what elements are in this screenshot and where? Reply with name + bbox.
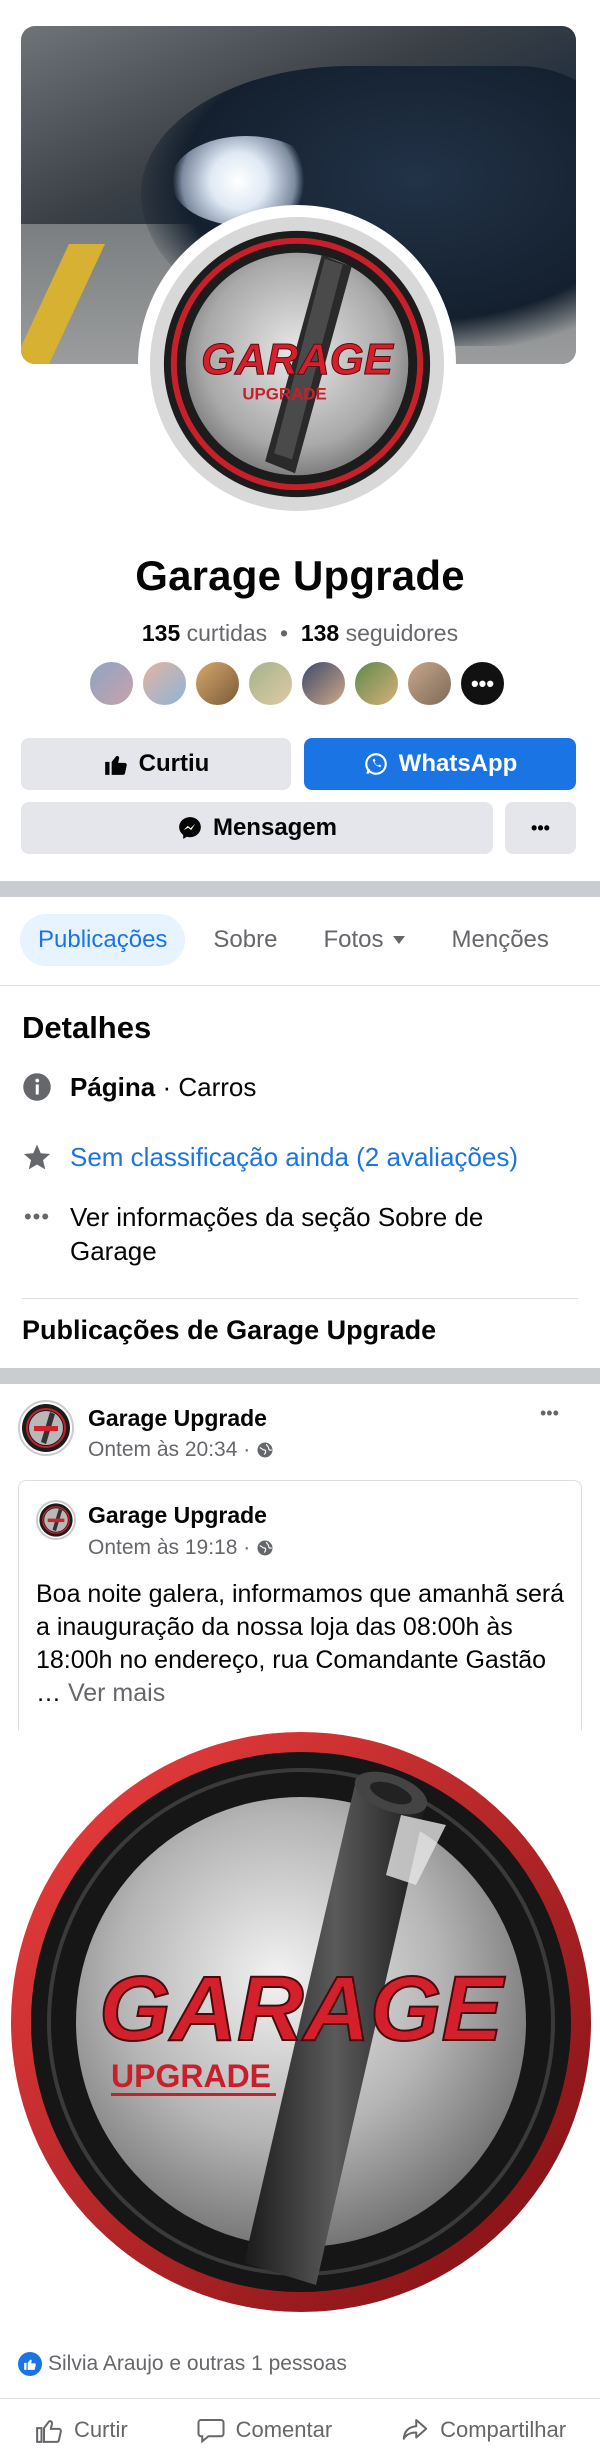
avatar[interactable] xyxy=(247,660,294,707)
info-icon xyxy=(23,1073,51,1101)
globe-icon xyxy=(257,1540,273,1556)
profile-logo-text: GARAGE xyxy=(201,335,395,384)
shared-author-avatar[interactable] xyxy=(36,1500,76,1540)
see-more-link[interactable]: Ver mais xyxy=(68,1679,165,1707)
share-action-label: Compartilhar xyxy=(440,2416,567,2442)
detail-rating[interactable]: Sem classificação ainda (2 avaliações) xyxy=(22,1140,518,1174)
logo-thumb xyxy=(22,1404,70,1452)
avatar[interactable] xyxy=(300,660,347,707)
profile-picture[interactable]: GARAGE UPGRADE xyxy=(148,215,446,513)
message-button[interactable]: Mensagem xyxy=(21,802,493,854)
tab-label: Fotos xyxy=(323,926,384,953)
post-body: Boa noite galera, informamos que amanhã … xyxy=(36,1578,566,1710)
avatar[interactable] xyxy=(353,660,400,707)
comment-action-button[interactable]: Comentar xyxy=(196,2415,333,2445)
ellipsis-icon: ••• xyxy=(23,1204,51,1229)
tab-label: Publicações xyxy=(38,926,168,953)
shared-time-text: Ontem às 19:18 · xyxy=(88,1536,251,1559)
post-more-button[interactable]: ••• xyxy=(540,1403,559,1424)
posts-section-title: Publicações de Garage Upgrade xyxy=(22,1315,437,1345)
rating-link[interactable]: Sem classificação ainda (2 avaliações) xyxy=(70,1140,518,1174)
stats-separator: • xyxy=(279,620,289,646)
post-author-avatar[interactable] xyxy=(18,1400,74,1456)
messenger-icon xyxy=(179,817,201,839)
shared-author-name[interactable]: Garage Upgrade xyxy=(88,1502,267,1529)
like-action-button[interactable]: Curtir xyxy=(34,2415,128,2445)
post-time-text: Ontem às 20:34 · xyxy=(88,1438,251,1461)
comment-icon xyxy=(197,2418,225,2443)
followers-count: 138 xyxy=(300,620,340,646)
tab-label: Menções xyxy=(451,926,549,953)
caret-down-icon xyxy=(392,936,405,944)
post-image[interactable]: GARAGE UPGRADE xyxy=(6,1725,596,2320)
page-type-bold: Página xyxy=(70,1072,156,1102)
tab-mencoes[interactable]: Menções xyxy=(434,914,567,966)
shared-timestamp[interactable]: Ontem às 19:18 · xyxy=(88,1536,274,1560)
page-title: Garage Upgrade xyxy=(135,552,465,599)
whatsapp-label: WhatsApp xyxy=(398,750,518,777)
detail-about[interactable]: ••• Ver informações da seção Sobre de Ga… xyxy=(22,1200,483,1268)
reactions-summary[interactable]: Silvia Araujo e outras 1 pessoas xyxy=(18,2352,347,2376)
followers-label: seguidores xyxy=(345,620,459,646)
thumbs-up-icon xyxy=(104,755,127,775)
whatsapp-icon xyxy=(364,753,387,775)
about-line-1: Ver informações da seção Sobre de xyxy=(70,1202,484,1232)
profile-logo-sub: UPGRADE xyxy=(242,385,326,404)
comment-action-label: Comentar xyxy=(235,2416,333,2442)
more-options-button[interactable]: ••• xyxy=(505,802,576,854)
tab-sobre[interactable]: Sobre xyxy=(195,914,295,966)
likes-label: curtidas xyxy=(186,620,268,646)
details-heading: Detalhes xyxy=(22,1010,152,1045)
reactions-text: Silvia Araujo e outras 1 pessoas xyxy=(48,2352,347,2375)
post-author-name[interactable]: Garage Upgrade xyxy=(88,1405,267,1432)
thumbs-up-outline-icon xyxy=(36,2419,62,2443)
section-divider xyxy=(0,881,600,897)
avatar[interactable] xyxy=(194,660,241,707)
friend-avatars[interactable]: ••• xyxy=(88,660,506,710)
like-action-label: Curtir xyxy=(73,2416,128,2442)
more-avatars-button[interactable]: ••• xyxy=(459,660,506,707)
post-logo-sub: UPGRADE xyxy=(111,2058,271,2094)
tabs-divider xyxy=(0,985,600,986)
like-reaction-icon xyxy=(18,2352,42,2376)
tab-publicacoes[interactable]: Publicações xyxy=(20,914,186,966)
tab-fotos[interactable]: Fotos xyxy=(305,914,423,966)
avatar[interactable] xyxy=(141,660,188,707)
globe-icon xyxy=(257,1442,273,1458)
likes-count: 135 xyxy=(141,620,181,646)
whatsapp-button[interactable]: WhatsApp xyxy=(304,738,576,790)
logo-thumb xyxy=(39,1503,73,1537)
tab-label: Sobre xyxy=(213,926,278,953)
tab-bar: Publicações Sobre Fotos Menções xyxy=(20,912,590,968)
message-label: Mensagem xyxy=(212,814,338,841)
liked-button[interactable]: Curtiu xyxy=(21,738,291,790)
post-logo-text: GARAGE xyxy=(99,1958,505,2060)
avatar[interactable] xyxy=(88,660,135,707)
details-divider xyxy=(22,1298,578,1299)
section-divider xyxy=(0,1368,600,1384)
avatar[interactable] xyxy=(406,660,453,707)
page-stats[interactable]: 135 curtidas • 138 seguidores xyxy=(0,620,600,647)
star-icon xyxy=(23,1144,51,1170)
about-line-2: Garage xyxy=(70,1236,157,1266)
post-actions-bar: Curtir Comentar Compartilhar xyxy=(0,2398,600,2460)
page-type-category: · Carros xyxy=(155,1072,257,1102)
post-timestamp[interactable]: Ontem às 20:34 · xyxy=(88,1438,274,1462)
liked-label: Curtiu xyxy=(138,750,210,777)
detail-page-type: Página · Carros xyxy=(22,1070,256,1104)
share-icon xyxy=(402,2418,428,2440)
share-action-button[interactable]: Compartilhar xyxy=(400,2415,566,2445)
